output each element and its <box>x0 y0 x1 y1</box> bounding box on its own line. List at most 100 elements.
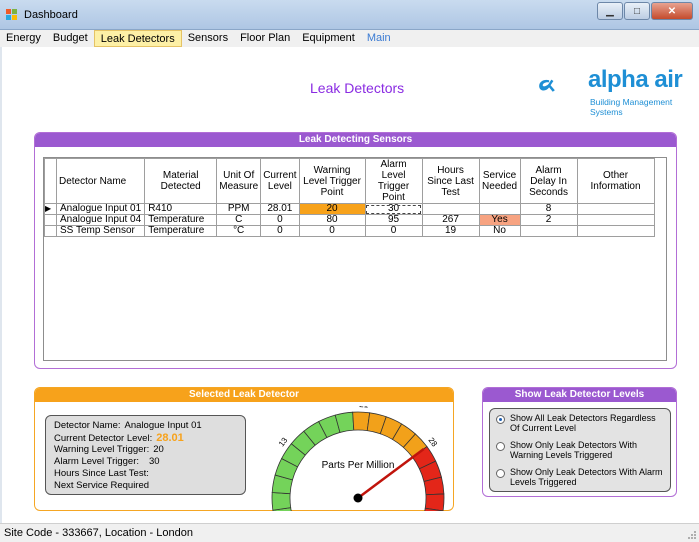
hours-since-test-label: Hours Since Last Test: <box>54 468 149 479</box>
resize-grip-icon[interactable] <box>687 530 697 540</box>
table-header-row: Detector Name Material Detected Unit Of … <box>44 158 655 204</box>
close-button[interactable]: ✕ <box>651 2 693 20</box>
table-cell[interactable]: 80 <box>298 214 366 226</box>
status-text: Site Code - 333667, Location - London <box>4 527 193 539</box>
leak-sensors-panel: Leak Detecting Sensors Detector Name Mat… <box>34 132 677 369</box>
current-level-value: 28.01 <box>156 432 184 444</box>
table-row[interactable]: SS Temp Sensor Temperature °C 0 0 0 19 N… <box>44 225 655 237</box>
table-cell[interactable] <box>421 203 480 215</box>
alarm-trigger-label: Alarm Level Trigger: <box>54 456 140 467</box>
minimize-button[interactable]: ▁ <box>597 2 623 20</box>
gauge-tick-label: 13 <box>277 435 290 448</box>
warning-trigger-value: 20 <box>153 444 164 455</box>
table-row[interactable]: ▶ Analogue Input 01 R410 PPM 28.01 20 30… <box>44 203 655 215</box>
table-cell[interactable]: 0 <box>260 225 300 237</box>
table-row[interactable]: Analogue Input 04 Temperature C 0 80 95 … <box>44 214 655 226</box>
selected-detector-panel: Selected Leak Detector Detector Name: Ana… <box>34 387 454 511</box>
table-cell[interactable]: 0 <box>364 225 423 237</box>
table-cell[interactable] <box>576 225 655 237</box>
col-header[interactable]: Alarm Level Trigger Point <box>364 158 423 204</box>
table-cell-focused[interactable]: 30 <box>364 203 423 215</box>
table-cell[interactable]: 0 <box>260 214 300 226</box>
table-cell-warning[interactable]: 20 <box>298 203 366 215</box>
radio-button[interactable] <box>496 469 505 478</box>
table-cell[interactable]: 2 <box>519 214 578 226</box>
col-header[interactable]: Current Level <box>260 158 300 204</box>
hours-since-test-line: Hours Since Last Test: <box>54 468 237 480</box>
gauge-needle <box>357 447 425 500</box>
maximize-icon: □ <box>633 5 641 17</box>
sensors-grid: Detector Name Material Detected Unit Of … <box>43 157 667 361</box>
row-selector[interactable] <box>44 214 57 226</box>
filter-option-label: Show Only Leak Detectors With Warning Le… <box>510 440 638 460</box>
table-cell[interactable]: 19 <box>421 225 480 237</box>
menu-equipment[interactable]: Equipment <box>296 30 361 47</box>
col-header[interactable]: Material Detected <box>144 158 218 204</box>
leak-sensors-panel-title: Leak Detecting Sensors <box>35 133 676 147</box>
level-filter-group: Show All Leak Detectors Regardless Of Cu… <box>489 408 671 492</box>
next-service-label: Next Service Required <box>54 480 150 491</box>
menu-sensors[interactable]: Sensors <box>182 30 234 47</box>
table-cell[interactable]: 8 <box>519 203 578 215</box>
filter-option-alarm[interactable]: Show Only Leak Detectors With Alarm Leve… <box>496 467 664 494</box>
table-cell-service-needed[interactable]: Yes <box>478 214 521 226</box>
table-cell[interactable]: 0 <box>298 225 366 237</box>
ppm-gauge: 513212836Parts Per Million <box>271 406 445 511</box>
filter-option-warning[interactable]: Show Only Leak Detectors With Warning Le… <box>496 440 664 467</box>
table-cell[interactable]: 267 <box>421 214 480 226</box>
table-cell[interactable]: 95 <box>364 214 423 226</box>
table-cell[interactable] <box>478 203 521 215</box>
table-cell[interactable]: PPM <box>216 203 262 215</box>
row-selector-arrow-icon[interactable]: ▶ <box>44 203 57 215</box>
sensors-table: Detector Name Material Detected Unit Of … <box>44 158 655 237</box>
radio-button[interactable] <box>496 442 505 451</box>
gauge-needle-hub <box>353 493 363 503</box>
table-cell[interactable]: Temperature <box>144 225 218 237</box>
menu-floor-plan[interactable]: Floor Plan <box>234 30 296 47</box>
status-bar: Site Code - 333667, Location - London <box>0 523 699 542</box>
table-cell[interactable] <box>576 203 655 215</box>
col-header[interactable]: Detector Name <box>55 158 146 204</box>
window-title: Dashboard <box>24 9 78 21</box>
table-cell[interactable]: No <box>478 225 521 237</box>
row-selector[interactable] <box>44 225 57 237</box>
col-header[interactable]: Service Needed <box>478 158 521 204</box>
close-icon: ✕ <box>667 5 677 17</box>
table-cell[interactable]: Analogue Input 04 <box>55 214 146 226</box>
col-header[interactable]: Alarm Delay In Seconds <box>519 158 578 204</box>
alarm-trigger-value: 30 <box>149 456 160 467</box>
gauge-tick-label: 28 <box>427 436 440 449</box>
menu-bar: Energy Budget Leak Detectors Sensors Flo… <box>0 30 699 47</box>
col-header[interactable]: Hours Since Last Test <box>421 158 480 204</box>
maximize-button[interactable]: □ <box>624 2 650 20</box>
row-selector-header <box>44 158 57 204</box>
table-cell[interactable]: C <box>216 214 262 226</box>
filter-option-label: Show All Leak Detectors Regardless Of Cu… <box>510 413 656 433</box>
menu-energy[interactable]: Energy <box>0 30 47 47</box>
page-title: Leak Detectors <box>310 80 405 96</box>
filter-option-all[interactable]: Show All Leak Detectors Regardless Of Cu… <box>496 413 664 440</box>
detector-name-value: Analogue Input 01 <box>124 420 202 431</box>
detector-info-box: Detector Name: Analogue Input 01 Current … <box>45 415 246 495</box>
menu-budget[interactable]: Budget <box>47 30 94 47</box>
table-cell[interactable]: Analogue Input 01 <box>55 203 146 215</box>
table-cell[interactable] <box>576 214 655 226</box>
menu-main[interactable]: Main <box>361 30 397 47</box>
table-cell[interactable]: Temperature <box>144 214 218 226</box>
table-cell[interactable]: 28.01 <box>260 203 300 215</box>
col-header[interactable]: Unit Of Measure <box>216 158 262 204</box>
table-cell[interactable]: SS Temp Sensor <box>55 225 146 237</box>
detector-levels-panel: Show Leak Detector Levels Show All Leak … <box>482 387 677 497</box>
col-header[interactable]: Warning Level Trigger Point <box>298 158 366 204</box>
alpha-air-logo-icon <box>539 79 555 92</box>
table-cell[interactable]: °C <box>216 225 262 237</box>
radio-button-checked[interactable] <box>496 415 505 424</box>
gauge-zone-segment <box>352 411 371 432</box>
warning-trigger-label: Warning Level Trigger: <box>54 444 150 455</box>
title-bar: Dashboard ▁ □ ✕ <box>0 0 699 30</box>
col-header[interactable]: Other Information <box>576 158 655 204</box>
detector-levels-panel-title: Show Leak Detector Levels <box>483 388 676 402</box>
table-cell[interactable] <box>519 225 578 237</box>
menu-leak-detectors[interactable]: Leak Detectors <box>93 30 182 47</box>
table-cell[interactable]: R410 <box>144 203 218 215</box>
